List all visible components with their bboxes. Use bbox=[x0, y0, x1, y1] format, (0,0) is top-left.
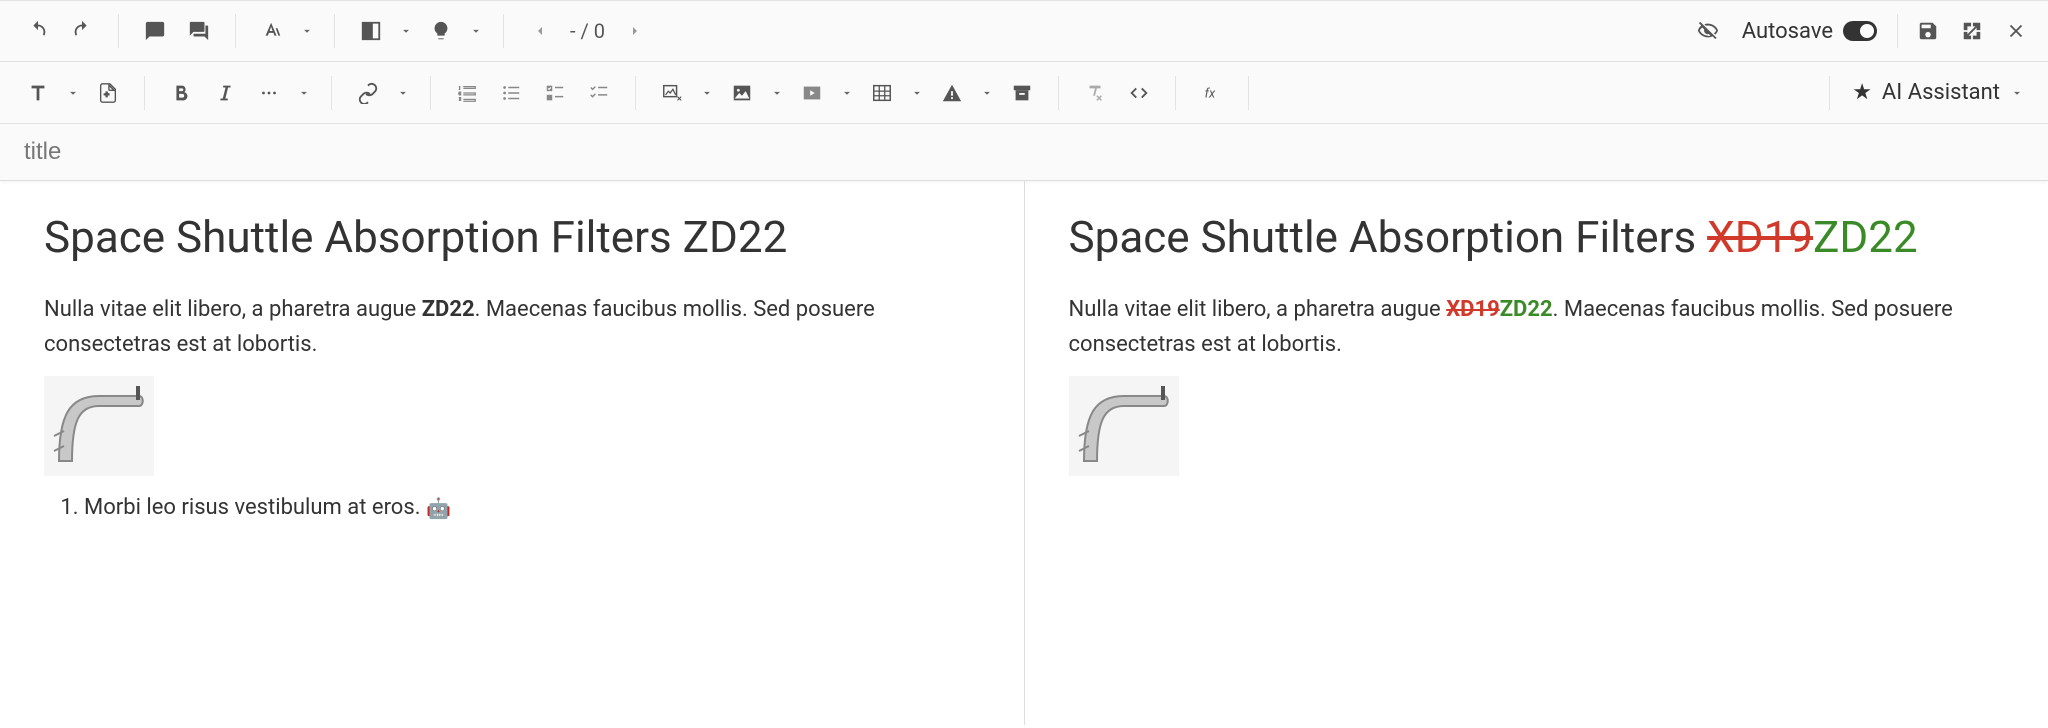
star-icon: ★ bbox=[1852, 80, 1872, 105]
bold-button[interactable] bbox=[159, 71, 203, 115]
figure-image-left bbox=[44, 376, 154, 476]
table-dropdown[interactable] bbox=[860, 71, 930, 115]
font-style-dropdown[interactable] bbox=[250, 9, 320, 53]
page-indicator: - / 0 bbox=[512, 13, 663, 49]
prev-page-button[interactable] bbox=[522, 13, 558, 49]
archive-icon[interactable] bbox=[1000, 71, 1044, 115]
link-dropdown[interactable] bbox=[346, 71, 416, 115]
layout-dropdown[interactable] bbox=[349, 9, 419, 53]
content-area: Space Shuttle Absorption Filters ZD22 Nu… bbox=[0, 181, 2048, 725]
chevron-down-icon[interactable] bbox=[974, 71, 1000, 115]
doc-list-left: Morbi leo risus vestibulum at eros. 🤖 bbox=[84, 490, 980, 525]
paragraph-format-dropdown[interactable] bbox=[16, 71, 86, 115]
chevron-down-icon bbox=[2010, 86, 2024, 100]
inserted-text: ZD22 bbox=[1813, 211, 1918, 263]
autosave-toggle[interactable]: Autosave bbox=[1730, 19, 1889, 44]
clear-format-icon[interactable] bbox=[1073, 71, 1117, 115]
deleted-text: XD19 bbox=[1707, 211, 1813, 263]
formula-icon[interactable]: fx bbox=[1190, 71, 1234, 115]
save-icon[interactable] bbox=[1906, 9, 1950, 53]
chevron-down-icon[interactable] bbox=[463, 9, 489, 53]
chevron-down-icon[interactable] bbox=[291, 71, 317, 115]
chevron-down-icon[interactable] bbox=[294, 9, 320, 53]
inserted-text: ZD22 bbox=[1500, 297, 1553, 322]
toolbar-row-2: fx ★ AI Assistant bbox=[0, 62, 2048, 124]
checklist-icon[interactable] bbox=[577, 71, 621, 115]
redo-button[interactable] bbox=[60, 9, 104, 53]
autosave-label: Autosave bbox=[1742, 19, 1833, 44]
unordered-list-icon[interactable] bbox=[489, 71, 533, 115]
checklist-done-icon[interactable] bbox=[533, 71, 577, 115]
page-indicator-text: - / 0 bbox=[570, 19, 605, 43]
undo-button[interactable] bbox=[16, 9, 60, 53]
ai-assistant-label: AI Assistant bbox=[1882, 80, 2000, 105]
comment-icon[interactable] bbox=[133, 9, 177, 53]
doc-heading-left: Space Shuttle Absorption Filters ZD22 bbox=[44, 211, 980, 264]
chevron-down-icon[interactable] bbox=[393, 9, 419, 53]
video-dropdown[interactable] bbox=[790, 71, 860, 115]
suggestions-dropdown[interactable] bbox=[419, 9, 489, 53]
chevron-down-icon[interactable] bbox=[764, 71, 790, 115]
toggle-switch[interactable] bbox=[1843, 21, 1877, 41]
toolbar-row-1: - / 0 Autosave bbox=[0, 0, 2048, 62]
fullscreen-icon[interactable] bbox=[1950, 9, 1994, 53]
more-format-dropdown[interactable] bbox=[247, 71, 317, 115]
right-pane: Space Shuttle Absorption Filters XD19ZD2… bbox=[1024, 181, 2048, 725]
comments-thread-icon[interactable] bbox=[177, 9, 221, 53]
chevron-down-icon[interactable] bbox=[834, 71, 860, 115]
chevron-down-icon[interactable] bbox=[390, 71, 416, 115]
italic-button[interactable] bbox=[203, 71, 247, 115]
chevron-down-icon[interactable] bbox=[694, 71, 720, 115]
alert-dropdown[interactable] bbox=[930, 71, 1000, 115]
doc-paragraph-left: Nulla vitae elit libero, a pharetra augu… bbox=[44, 292, 980, 362]
ai-assistant-button[interactable]: ★ AI Assistant bbox=[1838, 71, 2038, 115]
svg-text:fx: fx bbox=[1205, 86, 1216, 101]
left-pane: Space Shuttle Absorption Filters ZD22 Nu… bbox=[0, 181, 1024, 725]
chevron-down-icon[interactable] bbox=[60, 71, 86, 115]
next-page-button[interactable] bbox=[617, 13, 653, 49]
ordered-list-icon[interactable] bbox=[445, 71, 489, 115]
close-icon[interactable] bbox=[1994, 9, 2038, 53]
chevron-down-icon[interactable] bbox=[904, 71, 930, 115]
figure-image-right bbox=[1069, 376, 1179, 476]
doc-heading-right: Space Shuttle Absorption Filters XD19ZD2… bbox=[1069, 211, 2005, 264]
deleted-text: XD19 bbox=[1446, 297, 1500, 322]
code-icon[interactable] bbox=[1117, 71, 1161, 115]
doc-paragraph-right: Nulla vitae elit libero, a pharetra augu… bbox=[1069, 292, 2005, 362]
visibility-off-icon[interactable] bbox=[1686, 9, 1730, 53]
new-page-icon[interactable] bbox=[86, 71, 130, 115]
title-row bbox=[0, 124, 2048, 181]
title-input[interactable] bbox=[24, 138, 624, 166]
insert-image-dropdown[interactable] bbox=[650, 71, 720, 115]
list-item: Morbi leo risus vestibulum at eros. 🤖 bbox=[84, 490, 980, 525]
image-dropdown[interactable] bbox=[720, 71, 790, 115]
android-icon: 🤖 bbox=[426, 496, 451, 520]
